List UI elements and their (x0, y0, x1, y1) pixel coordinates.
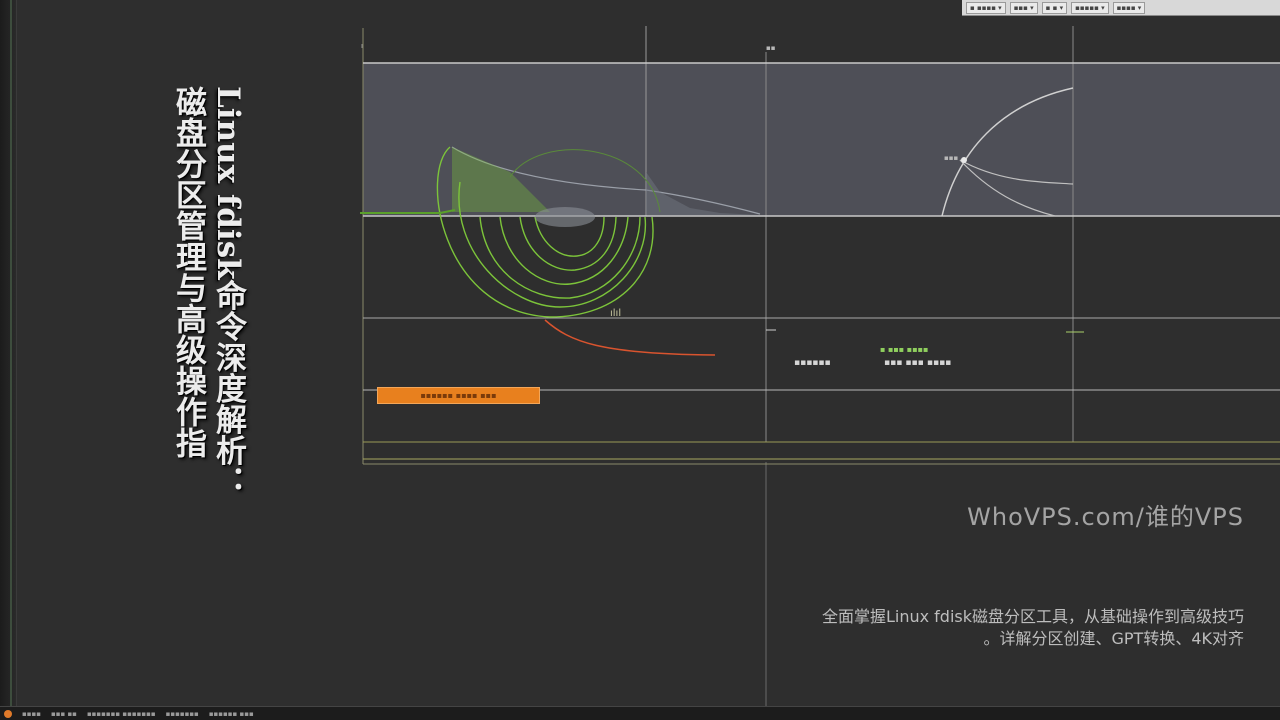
bottom-label-right: ▪▪▪ ▪▪▪ ▪▪▪▪ (884, 358, 952, 368)
status-item: ▪▪▪▪▪▪▪ ▪▪▪▪▪▪▪ (86, 709, 156, 718)
bottom-status-bar: ▪▪▪▪ ▪▪▪ ▪▪ ▪▪▪▪▪▪▪ ▪▪▪▪▪▪▪ ▪▪▪▪▪▪▪ ▪▪▪▪… (0, 706, 1280, 720)
status-dot-icon (4, 709, 12, 718)
description-text: 全面掌握Linux fdisk磁盘分区工具，从基础操作到高级技巧 。详解分区创建… (724, 606, 1244, 650)
left-window-edge (0, 0, 17, 720)
axis-marker: ı (361, 42, 363, 50)
description-line-1: 全面掌握Linux fdisk磁盘分区工具，从基础操作到高级技巧 (821, 607, 1244, 626)
description-line-2: 。详解分区创建、GPT转换、4K对齐 (983, 629, 1245, 648)
orange-action-button[interactable]: ▪▪▪▪▪▪ ▪▪▪▪ ▪▪▪ (377, 387, 540, 404)
status-item: ▪▪▪▪▪▪ ▪▪▪ (208, 709, 254, 718)
title-line-2: 磁盘分区管理与高级操作指 (170, 86, 206, 458)
curve-marker: ▪▪▪ (944, 154, 959, 162)
status-item: ▪▪▪▪▪▪▪ (165, 709, 199, 718)
status-item: ▪▪▪ ▪▪ (50, 709, 77, 718)
toolbar-field[interactable]: ▪▪▪ ▾ (1009, 1, 1038, 14)
status-item: ▪▪▪▪ (22, 709, 41, 718)
toolbar-field[interactable]: ▪▪▪▪ ▾ (1112, 1, 1146, 14)
top-toolbar: ▪ ▪▪▪▪ ▾ ▪▪▪ ▾ ▪ ▪ ▾ ▪▪▪▪▪ ▾ ▪▪▪▪ ▾ (962, 0, 1280, 16)
site-watermark: WhoVPS.com/谁的VPS (967, 503, 1244, 531)
toolbar-field[interactable]: ▪▪▪▪▪ ▾ (1071, 1, 1109, 14)
bottom-label-left: ▪▪▪▪▪▪ (794, 358, 831, 368)
green-marker-label: ▪ ▪▪▪ ▪▪▪▪ (880, 345, 929, 354)
axis-marker: ▪▪ (766, 44, 776, 52)
svg-text:ılıl: ılıl (610, 308, 621, 319)
title-line-1: Linux fdisk命令深度解析： (210, 86, 246, 497)
vertical-title: Linux fdisk命令深度解析： 磁盘分区管理与高级操作指 (170, 86, 246, 506)
toolbar-field[interactable]: ▪ ▪ ▾ (1041, 1, 1068, 14)
toolbar-field[interactable]: ▪ ▪▪▪▪ ▾ (966, 1, 1006, 14)
